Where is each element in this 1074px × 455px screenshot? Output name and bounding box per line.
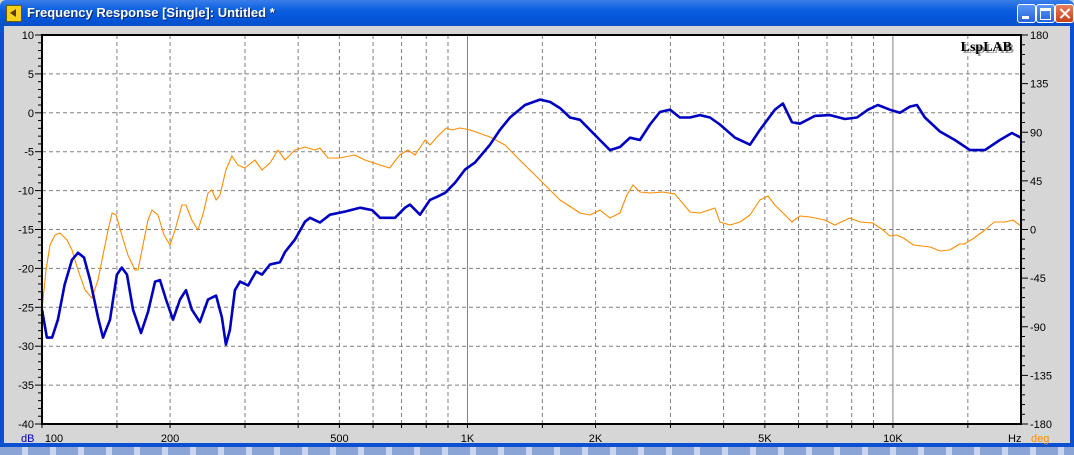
x-axis-unit-hz: Hz bbox=[1008, 433, 1021, 445]
x-tick-label: 5K bbox=[758, 433, 772, 445]
x-tick-label: 200 bbox=[161, 433, 179, 445]
y-tick-label: 0 bbox=[28, 108, 34, 120]
y2-tick-label: 45 bbox=[1030, 176, 1042, 188]
y-tick-label: -5 bbox=[24, 147, 34, 159]
y2-tick-label: 135 bbox=[1030, 79, 1048, 91]
y-axis-unit-db: dB bbox=[21, 433, 34, 445]
y2-tick-label: -135 bbox=[1030, 370, 1052, 382]
y2-tick-label: -90 bbox=[1030, 322, 1046, 334]
x-tick-label: 100 bbox=[45, 433, 63, 445]
x-tick-label: 1K bbox=[461, 433, 475, 445]
y-tick-label: -10 bbox=[18, 186, 34, 198]
y-tick-label: -25 bbox=[18, 302, 34, 314]
y-tick-label: -40 bbox=[18, 419, 34, 431]
y2-tick-label: 0 bbox=[1030, 225, 1036, 237]
frequency-response-chart: 10 5 0 -5 -10 -15 -20 -25 -30 -35 -40 180 135 90 45 0 -4… bbox=[18, 30, 1052, 445]
y-tick-label: 10 bbox=[22, 30, 34, 42]
y-tick-label: -15 bbox=[18, 225, 34, 237]
y-tick-label: 5 bbox=[28, 69, 34, 81]
y-tick-label: -20 bbox=[18, 263, 34, 275]
lsplab-logo: LspLAB bbox=[961, 40, 1012, 55]
x-tick-label: 10K bbox=[883, 433, 903, 445]
y2-tick-label: -180 bbox=[1030, 419, 1052, 431]
x-tick-label: 500 bbox=[330, 433, 348, 445]
plot-area bbox=[42, 35, 1021, 424]
y2-tick-label: 90 bbox=[1030, 127, 1042, 139]
y2-tick-label: -45 bbox=[1030, 273, 1046, 285]
y2-axis-unit-deg: deg bbox=[1031, 433, 1049, 445]
y-tick-label: -35 bbox=[18, 380, 34, 392]
taskbar-strip bbox=[0, 447, 1074, 455]
y-tick-label: -30 bbox=[18, 341, 34, 353]
x-tick-label: 2K bbox=[589, 433, 603, 445]
y2-tick-label: 180 bbox=[1030, 30, 1048, 42]
